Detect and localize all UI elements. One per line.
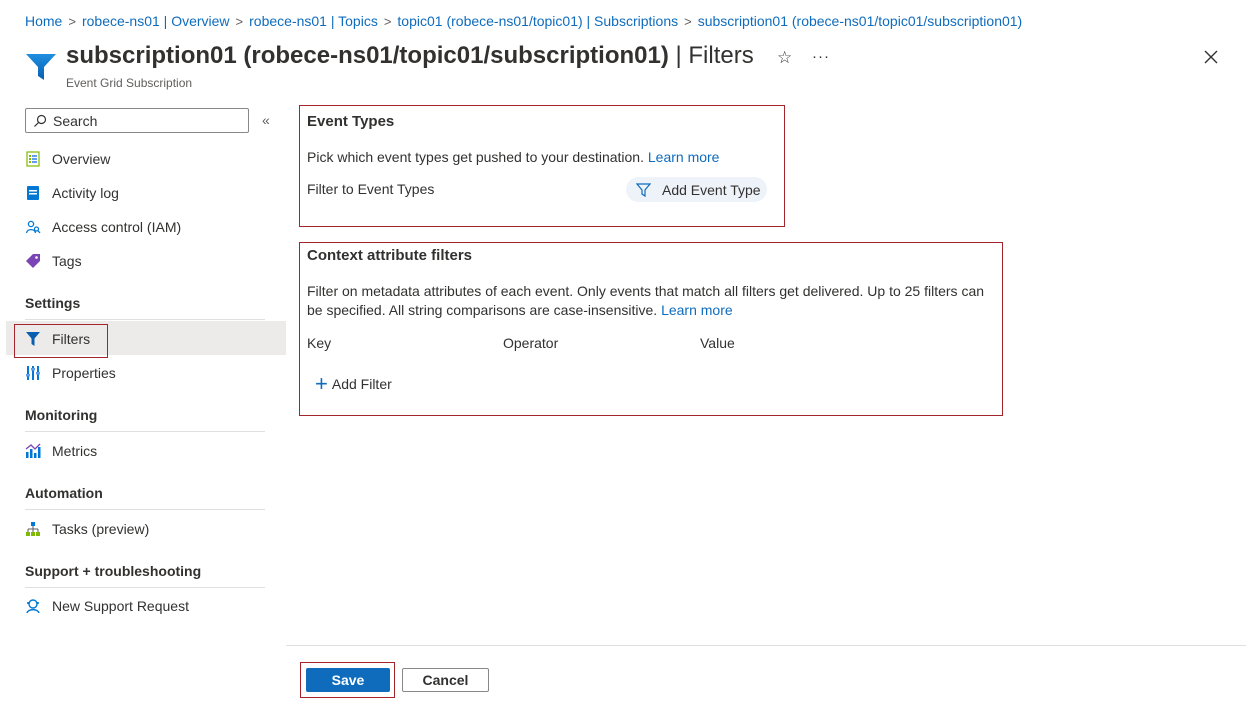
context-filters-description-text: Filter on metadata attributes of each ev… [307, 283, 985, 318]
breadcrumb-namespace-overview[interactable]: robece-ns01 | Overview [82, 13, 230, 29]
filter-to-event-types-label: Filter to Event Types [307, 181, 435, 197]
event-types-title: Event Types [307, 113, 395, 130]
tag-icon [26, 254, 40, 268]
add-filter-label: Add Filter [331, 376, 392, 392]
cancel-button[interactable]: Cancel [402, 668, 489, 692]
breadcrumb-namespace-topics[interactable]: robece-ns01 | Topics [249, 13, 378, 29]
context-filters-title: Context attribute filters [307, 247, 473, 264]
sidebar-item-tasks[interactable]: Tasks (preview) [25, 519, 149, 539]
sidebar-item-label: Tags [52, 253, 82, 269]
filter-outline-icon [636, 182, 651, 197]
context-filters-panel [299, 242, 1003, 416]
breadcrumb-home[interactable]: Home [25, 13, 62, 29]
plus-icon: + [315, 371, 328, 396]
breadcrumb-subscription[interactable]: subscription01 (robece-ns01/topic01/subs… [698, 13, 1023, 29]
page-title-name: subscription01 (robece-ns01/topic01/subs… [66, 42, 669, 69]
properties-icon [26, 366, 40, 380]
sidebar-item-label: Metrics [52, 443, 98, 459]
breadcrumb: Home > robece-ns01 | Overview > robece-ns01 … [25, 13, 1022, 29]
add-filter-button[interactable]: + Add Filter [315, 371, 392, 396]
iam-icon [25, 220, 41, 234]
sidebar-section-monitoring: Monitoring [25, 407, 98, 423]
sidebar-item-label: Tasks (preview) [52, 521, 150, 537]
activity-log-icon [27, 186, 39, 200]
breadcrumb-separator: > [235, 14, 244, 29]
sidebar-item-overview[interactable]: Overview [25, 149, 110, 169]
column-header-value: Value [700, 335, 735, 351]
breadcrumb-separator: > [68, 14, 76, 29]
sidebar-item-label: Properties [52, 365, 116, 381]
sidebar-item-label: Access control (IAM) [52, 219, 182, 235]
sidebar-section-automation: Automation [25, 485, 103, 501]
search-input[interactable] [53, 112, 233, 129]
sidebar-search[interactable] [25, 108, 249, 133]
sidebar-item-filters[interactable]: Filters [25, 329, 90, 349]
sidebar-item-label: Filters [52, 331, 91, 347]
sidebar-item-label: Activity log [52, 185, 119, 201]
event-grid-filter-icon [26, 54, 56, 80]
event-types-learn-more-link[interactable]: Learn more [648, 149, 720, 165]
sidebar-divider [25, 319, 265, 320]
overview-icon [26, 151, 40, 167]
footer-divider [286, 645, 1246, 646]
support-icon [26, 599, 40, 614]
more-options-icon[interactable]: ··· [812, 48, 830, 65]
search-icon [34, 114, 47, 127]
add-event-type-button[interactable]: Add Event Type [626, 177, 767, 202]
tasks-icon [26, 522, 40, 536]
page-title: subscription01 (robece-ns01/topic01/subs… [66, 42, 754, 70]
sidebar-divider [25, 587, 265, 588]
sidebar-item-properties[interactable]: Properties [25, 363, 116, 383]
sidebar-item-label: New Support Request [52, 598, 189, 614]
page-subtitle: Event Grid Subscription [66, 76, 193, 90]
sidebar-item-label: Overview [52, 151, 111, 167]
breadcrumb-separator: > [383, 14, 392, 29]
sidebar-section-support: Support + troubleshooting [25, 563, 202, 579]
add-event-type-label: Add Event Type [662, 181, 761, 198]
page-title-suffix: | Filters [668, 42, 754, 69]
close-icon[interactable] [1200, 46, 1222, 68]
column-header-key: Key [307, 335, 332, 351]
context-filters-learn-more-link[interactable]: Learn more [661, 302, 733, 318]
event-types-description: Pick which event types get pushed to you… [307, 148, 719, 167]
context-filters-description: Filter on metadata attributes of each ev… [307, 282, 999, 320]
sidebar-item-access-control[interactable]: Access control (IAM) [25, 217, 181, 237]
breadcrumb-separator: > [684, 14, 692, 29]
filter-icon [26, 332, 40, 346]
save-button[interactable]: Save [306, 668, 390, 692]
sidebar-item-new-support-request[interactable]: New Support Request [25, 596, 189, 616]
sidebar-item-tags[interactable]: Tags [25, 251, 82, 271]
metrics-icon [25, 443, 41, 458]
collapse-sidebar-icon[interactable]: « [262, 112, 270, 128]
sidebar-section-settings: Settings [25, 295, 81, 311]
breadcrumb-topic-subscriptions[interactable]: topic01 (robece-ns01/topic01) | Subscrip… [397, 13, 678, 29]
sidebar-divider [25, 431, 265, 432]
sidebar-item-metrics[interactable]: Metrics [25, 441, 97, 461]
sidebar-item-activity-log[interactable]: Activity log [25, 183, 119, 203]
event-types-description-text: Pick which event types get pushed to you… [307, 149, 644, 165]
sidebar-divider [25, 509, 265, 510]
column-header-operator: Operator [503, 335, 559, 351]
star-icon[interactable]: ☆ [777, 48, 792, 68]
